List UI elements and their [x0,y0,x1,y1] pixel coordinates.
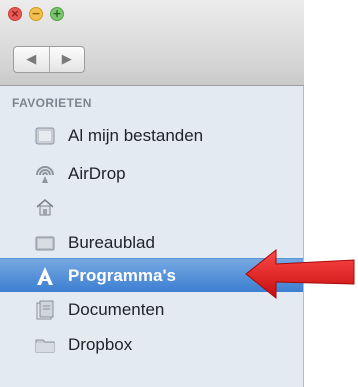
sidebar-item-label: Bureaublad [68,233,155,252]
desktop-folder-icon [34,232,56,254]
sidebar-item-all-files[interactable]: Al mijn bestanden [0,119,303,153]
dropbox-folder-icon [34,334,56,356]
zoom-window-icon[interactable]: + [50,7,64,21]
forward-arrow-icon: ▶ [61,52,72,67]
sidebar-item-home[interactable] [0,190,303,224]
documents-folder-icon [34,299,56,321]
airdrop-icon [34,163,56,185]
home-icon [34,196,56,218]
all-files-icon [34,125,56,147]
back-button[interactable]: ◀ [14,47,49,72]
close-window-icon[interactable]: × [8,7,22,21]
sidebar-item-label: Al mijn bestanden [68,126,204,145]
applications-icon [34,265,56,287]
sidebar-section-title: FAVORIETEN [12,96,92,110]
sidebar-item-label: Documenten [68,300,165,319]
back-arrow-icon: ◀ [26,52,37,67]
title-bar: × − + ◀ ▶ [0,0,304,86]
sidebar-item-label: Programma's [68,265,176,285]
sidebar: FAVORIETEN Al mijn bestanden AirDrop Bur… [0,86,303,387]
sidebar-item-dropbox[interactable]: Dropbox [0,328,303,362]
sidebar-item-label: Dropbox [68,335,133,354]
finder-window: × − + ◀ ▶ FAVORIETEN Al mijn bestanden A… [0,0,304,387]
back-forward-control: ◀ ▶ [13,46,85,73]
minimize-window-icon[interactable]: − [29,7,43,21]
red-arrow-icon [245,248,355,300]
forward-button[interactable]: ▶ [48,47,85,72]
sidebar-item-label: AirDrop [68,164,126,183]
sidebar-item-airdrop[interactable]: AirDrop [0,157,303,191]
